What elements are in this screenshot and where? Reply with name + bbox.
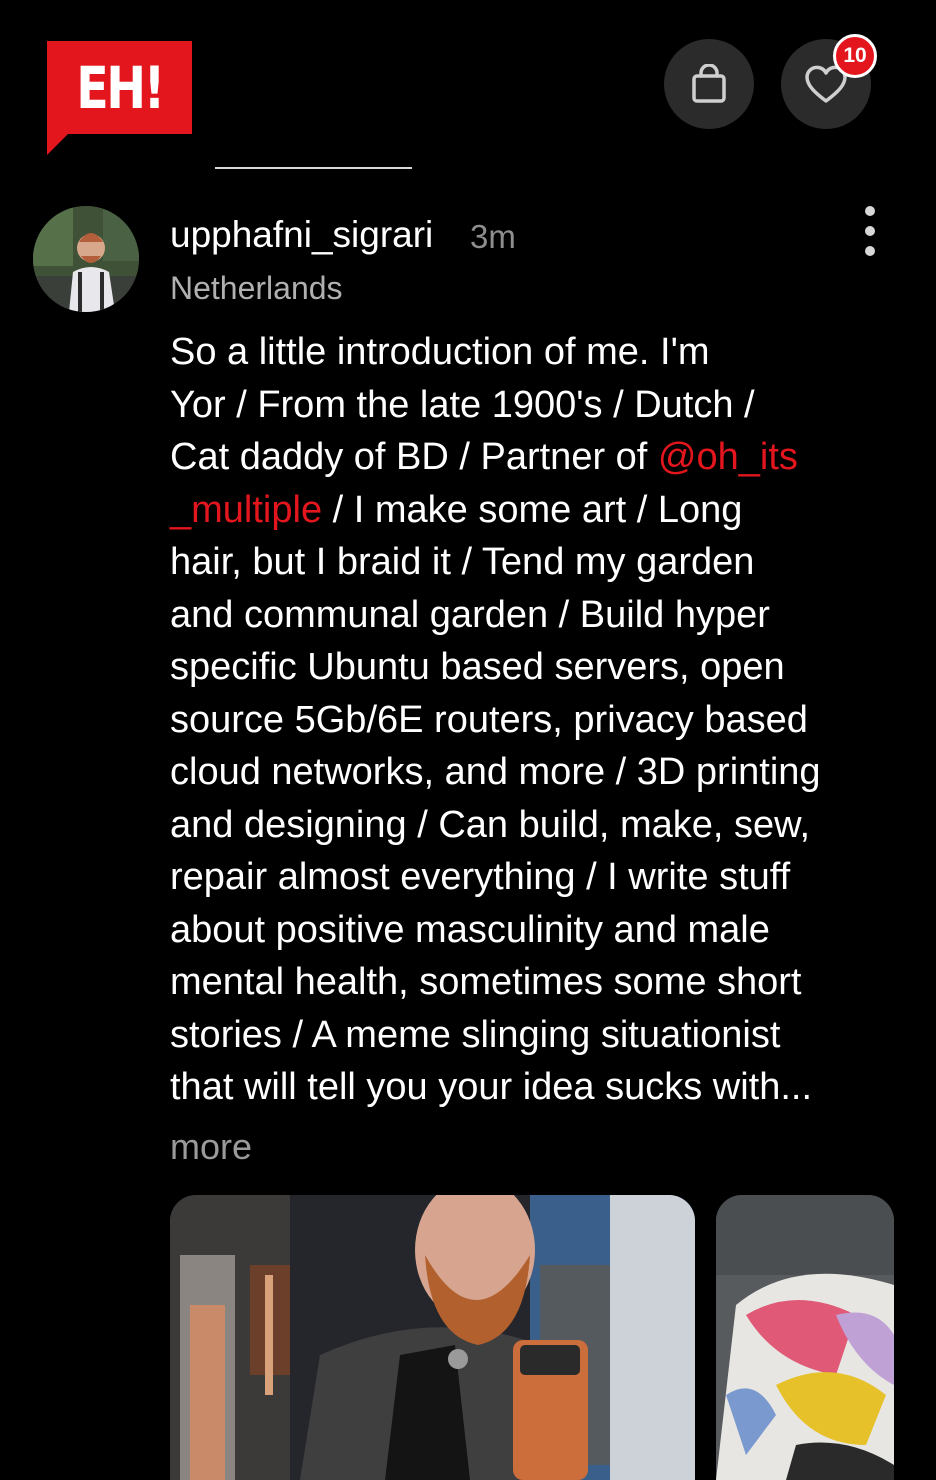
more-link[interactable]: more — [170, 1126, 252, 1168]
username[interactable]: upphafni_sigrari — [170, 214, 433, 256]
logo-text: EH! — [76, 53, 165, 122]
tab-indicator — [215, 167, 412, 169]
body-text-segment: Cat daddy of BD / Partner of — [170, 436, 658, 478]
body-line: source 5Gb/6E routers, privacy based — [170, 698, 808, 741]
body-line: and communal garden / Build hyper — [170, 593, 770, 636]
post-photo-1[interactable] — [170, 1195, 695, 1480]
body-line: about positive masculinity and male — [170, 908, 770, 951]
mention-link[interactable]: _multiple — [170, 489, 322, 531]
body-line: repair almost everything / I write stuff — [170, 856, 791, 898]
location: Netherlands — [170, 270, 343, 306]
body-line: specific Ubuntu based servers, open — [170, 646, 785, 688]
body-line: and designing / Can build, make, sew, — [170, 803, 811, 846]
mention-link[interactable]: @oh_its — [658, 436, 798, 478]
body-line: stories / A meme slinging situationist — [170, 1013, 781, 1056]
more-options-icon[interactable] — [858, 206, 882, 256]
selfie-photo — [170, 1195, 695, 1480]
body-line: So a little introduction of me. I'm — [170, 331, 710, 373]
shopping-bag-icon — [692, 64, 726, 103]
avatar-photo — [33, 206, 139, 312]
body-line: that will tell you your idea sucks with.… — [170, 1066, 813, 1108]
body-line: Cat daddy of BD / Partner of @oh_its — [170, 431, 910, 484]
eh-logo[interactable]: EH! — [47, 41, 192, 134]
notification-badge: 10 — [833, 34, 877, 78]
body-line: Yor / From the late 1900's / Dutch / — [170, 383, 755, 426]
body-line: mental health, sometimes some short — [170, 961, 802, 1003]
post-photo-2[interactable] — [716, 1195, 894, 1480]
fabric-photo — [716, 1195, 894, 1480]
body-line: cloud networks, and more / 3D printing — [170, 751, 821, 793]
body-line: _multiple / I make some art / Long — [170, 484, 910, 537]
avatar[interactable] — [33, 206, 139, 312]
body-line: hair, but I braid it / Tend my garden — [170, 541, 755, 583]
logo-tail — [47, 133, 69, 155]
body-text-segment: / I make some art / Long — [322, 488, 743, 531]
post-body: So a little introduction of me. I'm Yor … — [170, 326, 910, 1114]
shopping-bag-button[interactable] — [664, 39, 754, 129]
post-time: 3m — [470, 218, 516, 255]
